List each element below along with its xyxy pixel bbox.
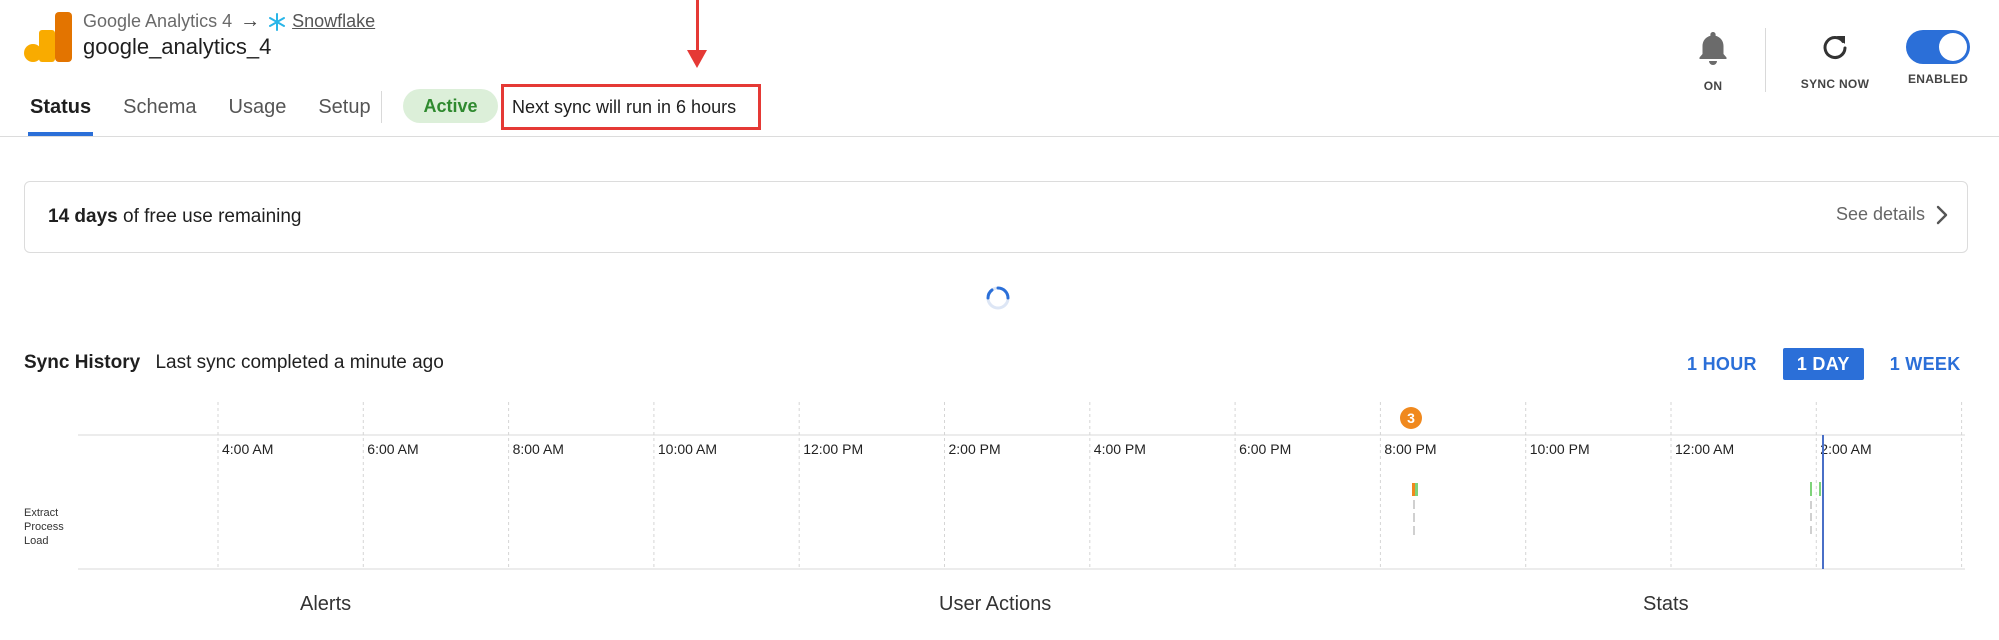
timeline-tick-label: 2:00 PM <box>949 441 1001 457</box>
tab-usage[interactable]: Usage <box>227 92 289 136</box>
sync-extract-bar <box>1819 482 1821 496</box>
timeline-tick-label: 6:00 AM <box>367 441 418 457</box>
range-1-hour[interactable]: 1 HOUR <box>1673 348 1771 380</box>
range-1-day[interactable]: 1 DAY <box>1782 348 1864 380</box>
enabled-label: ENABLED <box>1907 72 1969 86</box>
tab-schema[interactable]: Schema <box>121 92 198 136</box>
destination-name[interactable]: Snowflake <box>292 11 375 32</box>
next-sync-text: Next sync will run in 6 hours <box>501 84 761 130</box>
header-divider-line <box>0 136 1999 137</box>
sync-process-bar <box>1413 500 1415 509</box>
sync-history-header: Sync History Last sync completed a minut… <box>24 352 444 374</box>
phase-load: Load <box>24 535 49 547</box>
timeline-tick-label: 6:00 PM <box>1239 441 1291 457</box>
tab-setup[interactable]: Setup <box>316 92 372 136</box>
sync-process-bar <box>1810 513 1812 521</box>
status-badge: Active <box>403 89 498 123</box>
chevron-right-icon <box>1936 205 1948 224</box>
free-use-banner: 14 days of free use remaining See detail… <box>24 181 1968 253</box>
range-1-week[interactable]: 1 WEEK <box>1876 348 1975 380</box>
sync-timeline-chart: 4:00 AM 6:00 AM 8:00 AM 10:00 AM 12:00 PM 2:0… <box>78 402 1965 570</box>
time-range-selector: 1 HOUR 1 DAY 1 WEEK <box>1673 348 1975 380</box>
alert-count-label: 3 <box>1407 410 1415 426</box>
timeline-tick-label: 8:00 AM <box>513 441 564 457</box>
sync-extract-bar <box>1810 482 1812 496</box>
see-details-link[interactable]: See details <box>1836 204 1949 225</box>
timeline-tick-label: 2:00 AM <box>1820 441 1871 457</box>
sync-timeline: 4:00 AM 6:00 AM 8:00 AM 10:00 AM 12:00 PM 2:0… <box>78 402 1965 570</box>
tab-status[interactable]: Status <box>28 92 94 136</box>
tab-divider <box>381 91 382 123</box>
connector-tabs: Status Schema Usage Setup <box>28 92 373 136</box>
bell-icon <box>1699 32 1727 65</box>
sync-process-bar <box>1413 513 1415 522</box>
tab-alerts[interactable]: Alerts <box>300 593 351 616</box>
last-sync-text: Last sync completed a minute ago <box>155 352 444 373</box>
notifications-label: ON <box>1703 79 1723 93</box>
breadcrumb: Google Analytics 4 → Snowflake <box>83 10 375 33</box>
sync-now-button[interactable]: SYNC NOW <box>1790 28 1880 91</box>
timeline-tick-label: 10:00 AM <box>658 441 717 457</box>
loading-spinner-icon <box>986 286 1010 310</box>
timeline-tick-label: 12:00 AM <box>1675 441 1734 457</box>
sync-process-bar <box>1810 501 1812 509</box>
sync-now-label: SYNC NOW <box>1800 77 1870 91</box>
timeline-tick-label: 4:00 PM <box>1094 441 1146 457</box>
connector-name: google_analytics_4 <box>83 34 272 59</box>
timeline-tick-label: 4:00 AM <box>222 441 273 457</box>
phase-extract: Extract <box>24 507 59 519</box>
annotation-arrow <box>696 0 699 52</box>
snowflake-icon <box>269 12 286 31</box>
phase-labels: Extract Process Load <box>24 506 64 548</box>
timeline-tick-label: 12:00 PM <box>803 441 863 457</box>
breadcrumb-destination-link[interactable]: Snowflake <box>268 11 375 32</box>
timeline-tick-label: 8:00 PM <box>1384 441 1436 457</box>
header-divider <box>1765 28 1766 92</box>
timeline-tick-label: 10:00 PM <box>1530 441 1590 457</box>
sync-load-bar <box>1810 526 1812 534</box>
enabled-toggle[interactable]: ENABLED <box>1898 28 1978 86</box>
google-analytics-logo-icon <box>24 12 72 62</box>
tab-stats[interactable]: Stats <box>1643 593 1689 616</box>
sync-extract-bar <box>1412 483 1415 496</box>
annotation-arrow-head <box>687 50 707 68</box>
see-details-label[interactable]: See details <box>1836 204 1925 225</box>
sync-history-title: Sync History <box>24 352 141 373</box>
sync-extract-bar <box>1415 483 1418 496</box>
toggle-switch[interactable] <box>1906 30 1970 64</box>
refresh-icon <box>1823 36 1847 60</box>
sync-load-bar <box>1413 526 1415 535</box>
free-use-text: 14 days of free use remaining <box>48 206 302 228</box>
breadcrumb-source: Google Analytics 4 <box>83 11 233 31</box>
arrow-right-icon: → <box>240 10 261 32</box>
phase-process: Process <box>24 521 64 533</box>
free-days: 14 days <box>48 206 118 227</box>
free-use-rest: of free use remaining <box>123 206 302 227</box>
tab-user-actions[interactable]: User Actions <box>939 593 1051 616</box>
notifications-toggle[interactable]: ON <box>1690 28 1736 93</box>
